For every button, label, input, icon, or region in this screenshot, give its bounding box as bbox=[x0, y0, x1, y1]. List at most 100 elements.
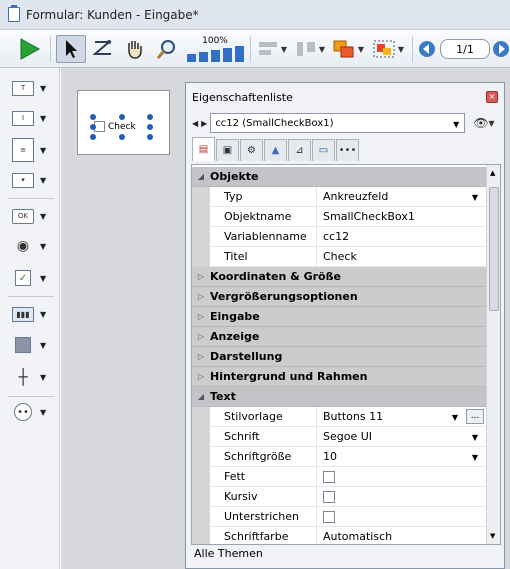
category-label: Text bbox=[210, 390, 236, 403]
tab-shapes[interactable]: ▲ bbox=[264, 139, 287, 161]
entry-order-button[interactable] bbox=[90, 35, 116, 63]
resize-handle[interactable] bbox=[147, 124, 153, 130]
pointer-tool-button[interactable] bbox=[56, 35, 86, 63]
category-label: Darstellung bbox=[210, 350, 283, 363]
group-button[interactable]: ▼ bbox=[368, 35, 408, 63]
category-hintergrund[interactable]: ▷ Hintergrund und Rahmen bbox=[192, 367, 486, 387]
bold-checkbox[interactable] bbox=[323, 470, 335, 483]
resize-handle[interactable] bbox=[90, 114, 96, 120]
property-value-field[interactable]: Check bbox=[316, 246, 486, 267]
plugin-tool[interactable]: •• ▼ bbox=[12, 401, 52, 423]
checkbox-object[interactable]: Check bbox=[94, 121, 136, 132]
theme-filter-label[interactable]: Alle Themen bbox=[194, 547, 263, 560]
property-row[interactable]: Titel Check bbox=[192, 246, 486, 267]
checkbox-tool[interactable]: ✓ ▼ bbox=[12, 267, 52, 289]
property-value-field[interactable]: SmallCheckBox1 bbox=[316, 206, 486, 227]
resize-handle[interactable] bbox=[147, 114, 153, 120]
dropdown-tool[interactable]: ▾ ▼ bbox=[12, 169, 52, 191]
zoom-level-control[interactable]: 100% bbox=[184, 35, 246, 63]
progress-tool[interactable]: ▮▮▮ ▼ bbox=[12, 303, 52, 325]
close-icon[interactable]: × bbox=[486, 91, 498, 103]
list-tool[interactable]: ≡ ▼ bbox=[12, 135, 52, 165]
browse-button[interactable]: ... bbox=[466, 408, 484, 424]
category-objekte[interactable]: ◢ Objekte bbox=[192, 167, 486, 187]
property-grid-scrollbar[interactable]: ▲ ▼ bbox=[486, 165, 500, 544]
scrollbar-thumb[interactable] bbox=[489, 187, 499, 311]
chevron-down-icon: ▼ bbox=[453, 120, 460, 129]
magnifier-icon bbox=[156, 40, 175, 59]
object-selector-dropdown[interactable]: cc12 (SmallCheckBox1) ▼ bbox=[210, 113, 466, 133]
rectangle-tool[interactable]: ▼ bbox=[12, 334, 52, 356]
tab-objects[interactable]: ▣ bbox=[216, 139, 239, 161]
play-icon bbox=[20, 38, 41, 60]
resize-handle[interactable] bbox=[90, 124, 96, 130]
underline-checkbox[interactable] bbox=[323, 510, 335, 523]
property-name: Objektname bbox=[224, 210, 292, 223]
category-vergroesserung[interactable]: ▷ Vergrößerungsoptionen bbox=[192, 287, 486, 307]
property-name: Typ bbox=[224, 190, 243, 203]
align-button[interactable]: ▼ bbox=[254, 35, 290, 63]
resize-handle[interactable] bbox=[119, 134, 125, 140]
align-icon bbox=[258, 42, 277, 55]
scroll-up-icon[interactable]: ▲ bbox=[490, 169, 495, 177]
expand-icon: ▷ bbox=[197, 272, 205, 281]
property-value-dropdown[interactable]: Buttons 11 ▼... bbox=[316, 406, 486, 427]
property-row[interactable]: Unterstrichen bbox=[192, 506, 486, 527]
tab-settings[interactable]: ⚙ bbox=[240, 139, 263, 161]
property-value-dropdown[interactable]: Segoe UI ▼ bbox=[316, 426, 486, 447]
text-tool[interactable]: T ▼ bbox=[12, 77, 52, 99]
expand-icon: ▷ bbox=[197, 292, 205, 301]
field-tool[interactable]: I ▼ bbox=[12, 107, 52, 129]
next-page-button[interactable] bbox=[492, 35, 510, 63]
category-anzeige[interactable]: ▷ Anzeige bbox=[192, 327, 486, 347]
radio-tool[interactable]: ◉ ▼ bbox=[12, 235, 52, 257]
property-row[interactable]: Stilvorlage Buttons 11 ▼... bbox=[192, 406, 486, 427]
underline-checkbox-cell bbox=[316, 506, 486, 527]
ok-button-icon: OK bbox=[12, 208, 34, 224]
run-button[interactable] bbox=[14, 35, 44, 63]
button-tool[interactable]: OK ▼ bbox=[12, 205, 52, 227]
page-indicator-label: 1/1 bbox=[456, 42, 474, 56]
category-eingabe[interactable]: ▷ Eingabe bbox=[192, 307, 486, 327]
tab-display[interactable]: ▭ bbox=[312, 139, 335, 161]
arrange-button[interactable]: ▼ bbox=[330, 35, 366, 63]
property-value-field[interactable]: cc12 bbox=[316, 226, 486, 247]
previous-page-button[interactable] bbox=[416, 35, 438, 63]
arrange-icon bbox=[333, 40, 354, 58]
property-row[interactable]: Fett bbox=[192, 466, 486, 487]
tab-charts[interactable]: ⊿ bbox=[288, 139, 311, 161]
category-text[interactable]: ◢ Text bbox=[192, 387, 486, 407]
property-row[interactable]: Typ Ankreuzfeld ▼ bbox=[192, 186, 486, 207]
property-row[interactable]: Schriftgröße 10 ▼ bbox=[192, 446, 486, 467]
property-row[interactable]: Variablenname cc12 bbox=[192, 226, 486, 247]
property-value-dropdown[interactable]: Ankreuzfeld ▼ bbox=[316, 186, 486, 207]
scroll-down-icon[interactable]: ▼ bbox=[490, 532, 495, 540]
distribute-button[interactable]: ▼ bbox=[292, 35, 328, 63]
clipboard-icon bbox=[8, 5, 20, 22]
property-row[interactable]: Schrift Segoe UI ▼ bbox=[192, 426, 486, 447]
arrow-pointer-icon bbox=[66, 40, 77, 58]
property-row[interactable]: Kursiv bbox=[192, 486, 486, 507]
prev-object-icon[interactable]: ◀ bbox=[192, 119, 198, 128]
resize-handle[interactable] bbox=[147, 134, 153, 140]
category-koordinaten[interactable]: ▷ Koordinaten & Größe bbox=[192, 267, 486, 287]
property-value: Check bbox=[323, 250, 357, 263]
property-row[interactable]: Objektname SmallCheckBox1 bbox=[192, 206, 486, 227]
next-object-icon[interactable]: ▶ bbox=[201, 119, 207, 128]
property-value-dropdown[interactable]: 10 ▼ bbox=[316, 446, 486, 467]
resize-handle[interactable] bbox=[119, 114, 125, 120]
tab-more[interactable]: ••• bbox=[336, 139, 359, 161]
hand-tool-button[interactable] bbox=[120, 35, 148, 63]
resize-handle[interactable] bbox=[90, 134, 96, 140]
zoom-button[interactable] bbox=[152, 35, 180, 63]
property-value-field[interactable]: Automatisch bbox=[316, 526, 486, 544]
property-name: Fett bbox=[224, 470, 246, 483]
eye-icon[interactable]: 👁▾ bbox=[473, 116, 494, 130]
splitter-tool[interactable]: ┼ ▼ bbox=[12, 366, 52, 388]
tab-all-properties[interactable]: ▤ bbox=[192, 137, 215, 161]
page-indicator[interactable]: 1/1 bbox=[440, 39, 490, 59]
property-value: SmallCheckBox1 bbox=[323, 210, 415, 223]
property-row[interactable]: Schriftfarbe Automatisch bbox=[192, 526, 486, 544]
category-darstellung[interactable]: ▷ Darstellung bbox=[192, 347, 486, 367]
italic-checkbox[interactable] bbox=[323, 490, 335, 503]
